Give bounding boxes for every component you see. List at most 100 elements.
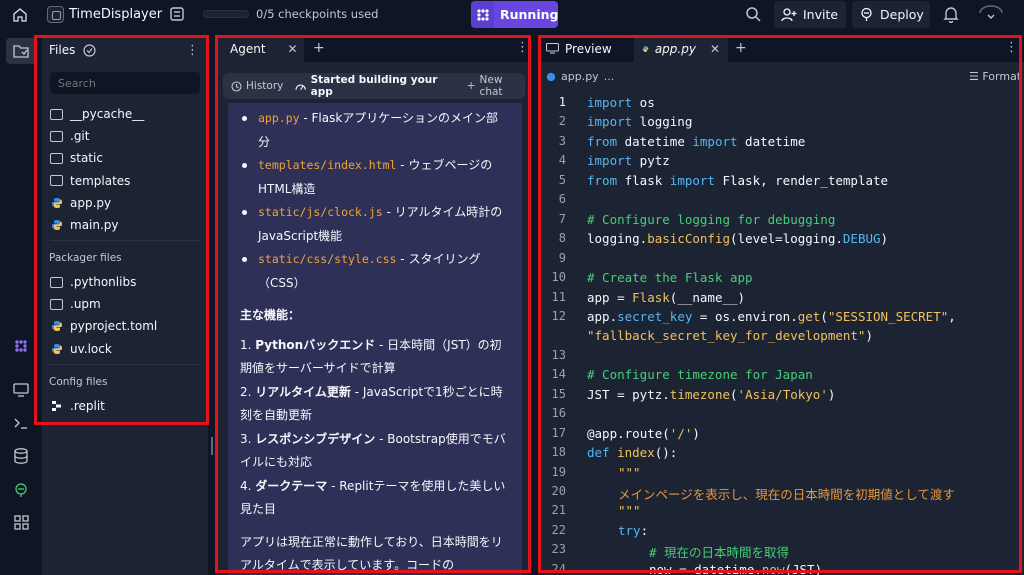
tab-preview[interactable]: Preview: [538, 35, 632, 62]
deploy-button[interactable]: Deploy: [852, 1, 930, 28]
code-token: logging.: [587, 231, 648, 247]
files-rail-button[interactable]: [6, 38, 36, 64]
code-line[interactable]: 8 logging.basicConfig(level=logging.DEBUG…: [538, 231, 1024, 250]
code-token: Flask: [632, 289, 670, 305]
breadcrumb-more[interactable]: ...: [604, 70, 615, 83]
code-line[interactable]: 19 """: [538, 465, 1024, 484]
code-editor[interactable]: 1 import os 2 import logging 3 from datetime …: [538, 92, 1024, 575]
file-list: app.py - Flaskアプリケーションのメイン部分 templates/in…: [240, 107, 510, 295]
code-line[interactable]: 13: [538, 348, 1024, 367]
agent-rail-button[interactable]: [11, 336, 31, 356]
feature-item: 1. Pythonバックエンド - 日本時間（JST）の初期値をサーバーサイドで…: [240, 334, 510, 381]
code-line[interactable]: 24 now = datetime.now(JST): [538, 562, 1024, 575]
agent-icon[interactable]: [471, 1, 494, 28]
code-line[interactable]: 17 @app.route('/'): [538, 426, 1024, 445]
code-line[interactable]: 7 # Configure logging for debugging: [538, 212, 1024, 231]
code-token: Flask, render_template: [714, 172, 889, 188]
code-line[interactable]: 5 from flask import Flask, render_templat…: [538, 173, 1024, 192]
avatar[interactable]: [979, 5, 1003, 25]
code-token: timezone: [669, 386, 731, 402]
close-icon[interactable]: ✕: [288, 42, 298, 56]
file-tree-item[interactable]: static: [50, 148, 200, 168]
files-menu-icon[interactable]: ⋮: [186, 43, 199, 58]
code-line[interactable]: 23 # 現在の日本時間を取得: [538, 542, 1024, 561]
line-number: 8: [558, 231, 566, 246]
code-line[interactable]: 16: [538, 406, 1024, 425]
file-tree-item[interactable]: templates: [50, 171, 200, 191]
code-line[interactable]: 21 """: [538, 503, 1024, 522]
new-chat-button[interactable]: + New chat: [467, 74, 525, 98]
code-line[interactable]: 10 # Create the Flask app: [538, 270, 1024, 289]
code-line[interactable]: 3 from datetime import datetime: [538, 134, 1024, 153]
line-number: 2: [558, 114, 566, 129]
code-line[interactable]: 4 import pytz: [538, 153, 1024, 172]
code-token: メインページを表示し、現在の日本時間を初期値として渡す: [618, 487, 955, 502]
line-number: 9: [558, 250, 566, 265]
file-tree-item[interactable]: .replit: [50, 396, 200, 416]
code-token: @app.: [587, 425, 625, 441]
repl-name[interactable]: TimeDisplayer: [69, 7, 162, 22]
file-tree-item[interactable]: app.py: [50, 193, 200, 213]
line-number: 24: [551, 561, 566, 575]
deployments-rail-button[interactable]: [11, 480, 31, 500]
code-line[interactable]: 20 メインページを表示し、現在の日本時間を初期値として渡す: [538, 484, 1024, 503]
invite-button[interactable]: Invite: [774, 1, 846, 28]
code-token: (: [730, 386, 738, 402]
bell-icon[interactable]: [943, 6, 959, 23]
all-tools-rail-button[interactable]: [11, 512, 31, 532]
tab-app-py[interactable]: app.py ✕: [634, 35, 728, 62]
code-line[interactable]: 11 app = Flask(__name__): [538, 290, 1024, 309]
code-token: get: [797, 308, 821, 324]
code-line[interactable]: 12 app.secret_key = os.environ.get("SESSI…: [538, 309, 1024, 328]
file-tree-item[interactable]: main.py: [50, 215, 200, 235]
line-number: 16: [551, 406, 566, 421]
feature-title: ダークテーマ: [255, 478, 328, 493]
search-icon[interactable]: [745, 6, 762, 23]
code-token: pytz: [632, 153, 670, 169]
top-bar: TimeDisplayer 0/5 checkpoints used Runni…: [0, 0, 1024, 30]
resize-handle[interactable]: [211, 437, 213, 455]
file-tree-item[interactable]: .upm: [50, 294, 200, 314]
code-token: app =: [587, 289, 633, 305]
close-icon[interactable]: ✕: [710, 42, 720, 56]
file-tree-item[interactable]: __pycache__: [50, 104, 200, 124]
add-user-icon: [781, 7, 797, 21]
folder-icon: [50, 276, 63, 289]
code-text: now = datetime.now(JST): [649, 562, 822, 575]
preview-rail-button[interactable]: [11, 380, 31, 400]
file-tree-item[interactable]: pyproject.toml: [50, 316, 200, 336]
tab-agent[interactable]: Agent ✕: [216, 35, 304, 62]
code-text: def index():: [587, 445, 677, 460]
code-line[interactable]: 18 def index():: [538, 445, 1024, 464]
history-button[interactable]: History: [231, 80, 283, 92]
pane-menu-icon[interactable]: ⋮: [1005, 40, 1018, 55]
breadcrumb-file[interactable]: app.py: [561, 70, 599, 83]
code-line[interactable]: 6: [538, 192, 1024, 211]
line-number: 14: [551, 367, 566, 382]
line-number: 15: [551, 386, 566, 401]
code-line[interactable]: "fallback_secret_key_for_development"): [538, 328, 1024, 347]
repl-icon[interactable]: [47, 6, 64, 23]
code-line[interactable]: 2 import logging: [538, 114, 1024, 133]
code-line[interactable]: 15 JST = pytz.timezone('Asia/Tokyo'): [538, 387, 1024, 406]
code-line[interactable]: 14 # Configure timezone for Japan: [538, 367, 1024, 386]
running-button[interactable]: Running: [494, 1, 558, 28]
format-button[interactable]: ☰ Format: [969, 70, 1024, 83]
files-search-input[interactable]: [50, 72, 200, 94]
agent-pane: Agent ✕ + ⋮ History Started building you…: [216, 35, 530, 575]
folder-icon: [50, 108, 63, 121]
new-tab-icon[interactable]: +: [313, 40, 325, 56]
database-rail-button[interactable]: [11, 446, 31, 466]
file-tree-item[interactable]: .pythonlibs: [50, 272, 200, 292]
pane-menu-icon[interactable]: ⋮: [516, 40, 529, 55]
shell-rail-button[interactable]: [11, 413, 31, 433]
code-line[interactable]: 9: [538, 251, 1024, 270]
code-line[interactable]: 22 try:: [538, 523, 1024, 542]
home-icon[interactable]: [11, 6, 29, 24]
file-tree-item[interactable]: .git: [50, 126, 200, 146]
code-line[interactable]: 1 import os: [538, 95, 1024, 114]
database-icon[interactable]: [169, 6, 185, 22]
features-list: 1. Pythonバックエンド - 日本時間（JST）の初期値をサーバーサイドで…: [240, 334, 510, 522]
new-tab-icon[interactable]: +: [735, 40, 747, 56]
file-tree-item[interactable]: uv.lock: [50, 339, 200, 359]
